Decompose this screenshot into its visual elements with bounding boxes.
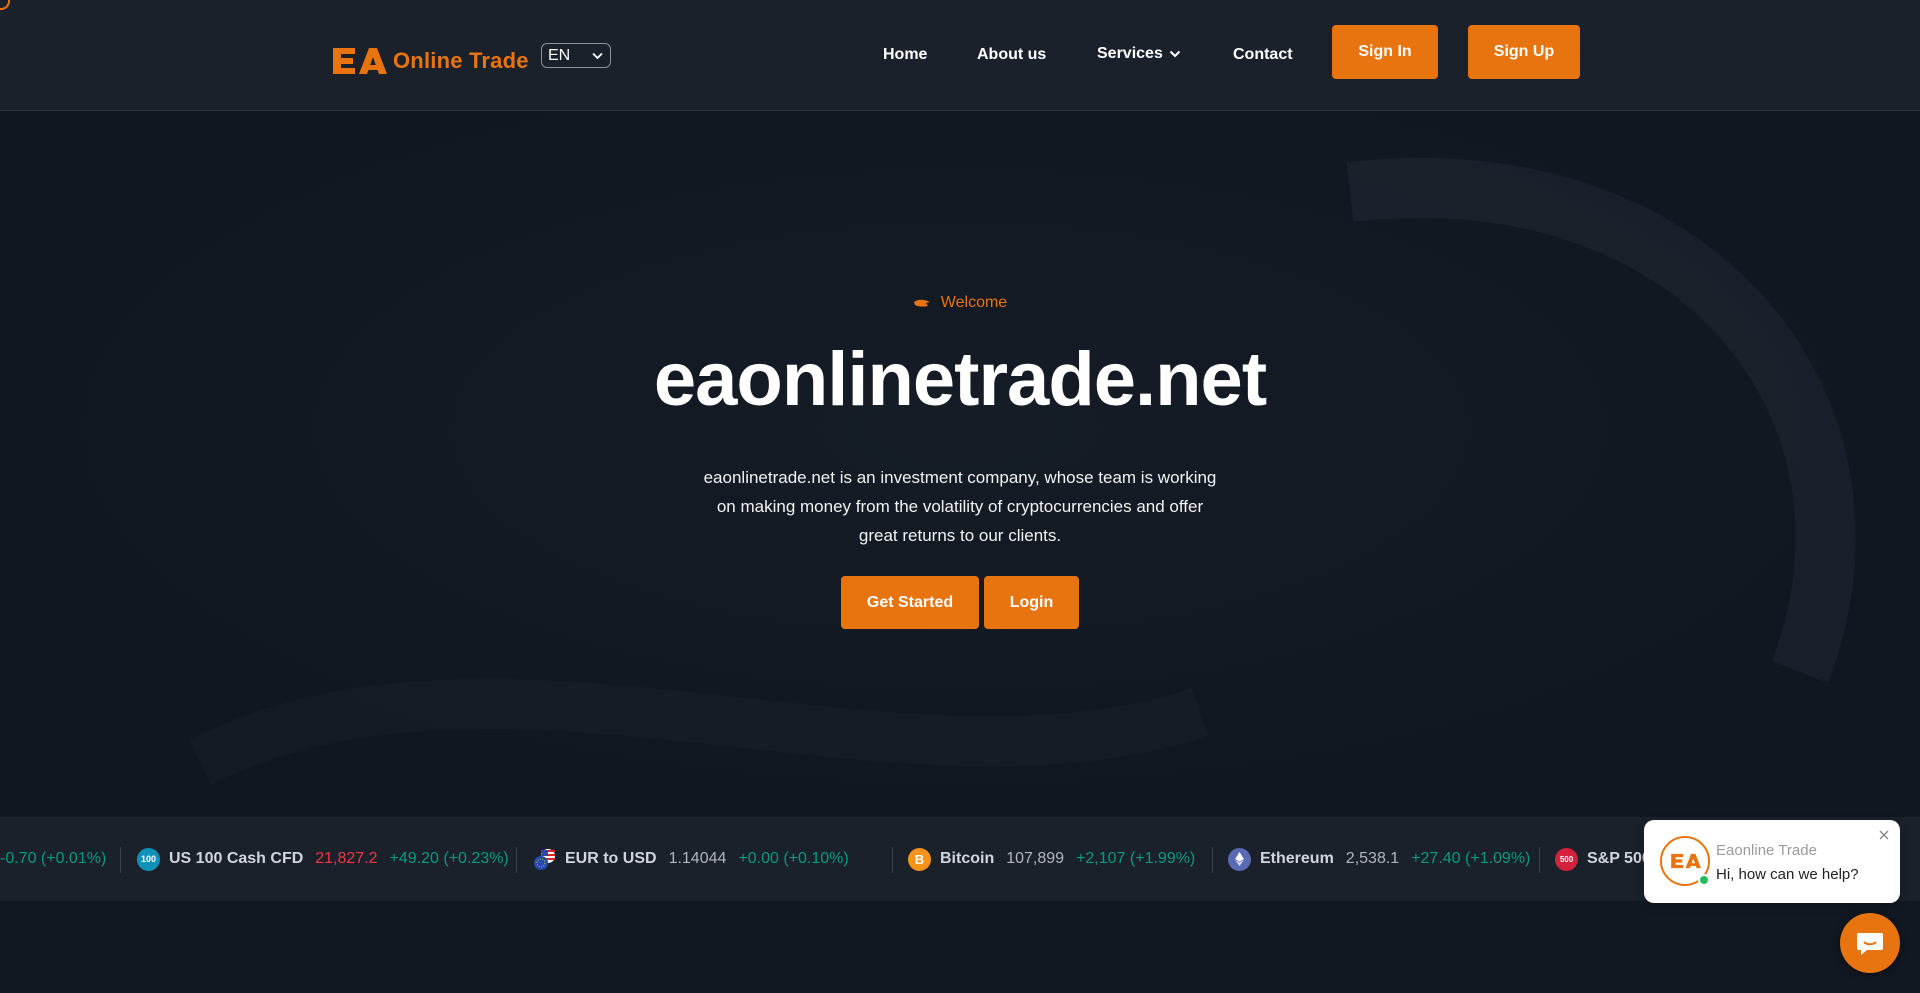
loader-ring-icon <box>0 0 10 10</box>
nav-contact-label: Contact <box>1233 46 1293 63</box>
ea-logo-icon <box>1671 853 1701 869</box>
ticker-item[interactable]: -0.70 (+0.01%) <box>0 817 106 901</box>
welcome-text: Welcome <box>940 294 1008 311</box>
ticker-name: Ethereum <box>1260 850 1334 867</box>
ticker-item[interactable]: Ethereum 2,538.1 +27.40 (+1.09%) <box>1228 817 1530 901</box>
ea-logo-icon <box>333 48 387 74</box>
eur-usd-flag-icon <box>533 848 556 871</box>
nav-contact[interactable]: Contact <box>1233 45 1293 65</box>
ticker-change: -0.70 (+0.01%) <box>0 850 107 867</box>
chat-greeting-card[interactable]: Eaonline Trade Hi, how can we help? <box>1644 820 1900 903</box>
ticker-item[interactable]: EUR to USD 1.14044 +0.00 (+0.10%) <box>533 817 849 901</box>
ticker-name: EUR to USD <box>565 850 657 867</box>
ticker-name: S&P 500 <box>1587 850 1651 867</box>
site-header: Online Trade EN Home About us Services C… <box>0 0 1920 111</box>
hero-description: eaonlinetrade.net is an investment compa… <box>703 468 1217 545</box>
ticker-price: 21,827.2 <box>315 850 378 867</box>
hero-title: eaonlinetrade.net <box>653 337 1267 422</box>
chat-message: Hi, how can we help? <box>1716 866 1859 883</box>
chat-agent-name: Eaonline Trade <box>1716 842 1817 859</box>
nav-about-label: About us <box>977 46 1047 63</box>
welcome-tagline: Welcome <box>0 294 1920 312</box>
nav-home[interactable]: Home <box>883 45 927 65</box>
logo-text: Online Trade <box>393 48 529 73</box>
nav-services-label: Services <box>1097 45 1163 62</box>
ticker-item[interactable]: 100 US 100 Cash CFD 21,827.2 +49.20 (+0.… <box>137 817 509 901</box>
ticker-change: +27.40 (+1.09%) <box>1411 850 1531 867</box>
ticker-change: +0.00 (+0.10%) <box>738 850 849 867</box>
ticker-divider <box>892 847 893 873</box>
ticker-item[interactable]: B Bitcoin 107,899 +2,107 (+1.99%) <box>908 817 1195 901</box>
sp500-icon: 500 <box>1555 847 1578 871</box>
get-started-button[interactable]: Get Started <box>841 576 979 629</box>
nav-services[interactable]: Services <box>1097 44 1181 64</box>
language-value: EN <box>548 46 571 64</box>
ticker-name: Bitcoin <box>940 850 995 867</box>
ticker-price: 107,899 <box>1006 850 1065 867</box>
pointing-hand-icon <box>913 299 930 307</box>
login-button[interactable]: Login <box>984 576 1079 629</box>
chevron-down-icon <box>1169 50 1181 58</box>
chat-bubble-icon <box>1857 933 1883 955</box>
nav-about[interactable]: About us <box>977 45 1046 65</box>
ticker-change: +49.20 (+0.23%) <box>389 850 509 867</box>
ethereum-icon <box>1228 847 1251 871</box>
sign-up-button[interactable]: Sign Up <box>1468 25 1580 79</box>
close-icon[interactable] <box>1876 827 1892 843</box>
nav-home-label: Home <box>883 46 928 63</box>
us100-icon: 100 <box>137 847 160 871</box>
sign-in-button[interactable]: Sign In <box>1332 25 1438 79</box>
ticker-divider <box>1539 847 1540 873</box>
ticker-name: US 100 Cash CFD <box>169 850 304 867</box>
ticker-change: +2,107 (+1.99%) <box>1076 850 1196 867</box>
online-status-dot <box>1698 874 1710 886</box>
ticker-divider <box>516 847 517 873</box>
chevron-down-icon <box>592 52 603 59</box>
chat-launcher-button[interactable] <box>1840 913 1900 973</box>
ticker-price: 1.14044 <box>668 850 727 867</box>
ticker-divider <box>1212 847 1213 873</box>
bitcoin-icon: B <box>908 847 931 871</box>
ticker-divider <box>120 847 121 873</box>
language-select[interactable]: EN <box>541 43 611 68</box>
site-logo[interactable]: Online Trade <box>329 44 529 78</box>
ticker-price: 2,538.1 <box>1345 850 1400 867</box>
market-ticker-tape[interactable]: -0.70 (+0.01%) 100 US 100 Cash CFD 21,82… <box>0 817 1920 901</box>
